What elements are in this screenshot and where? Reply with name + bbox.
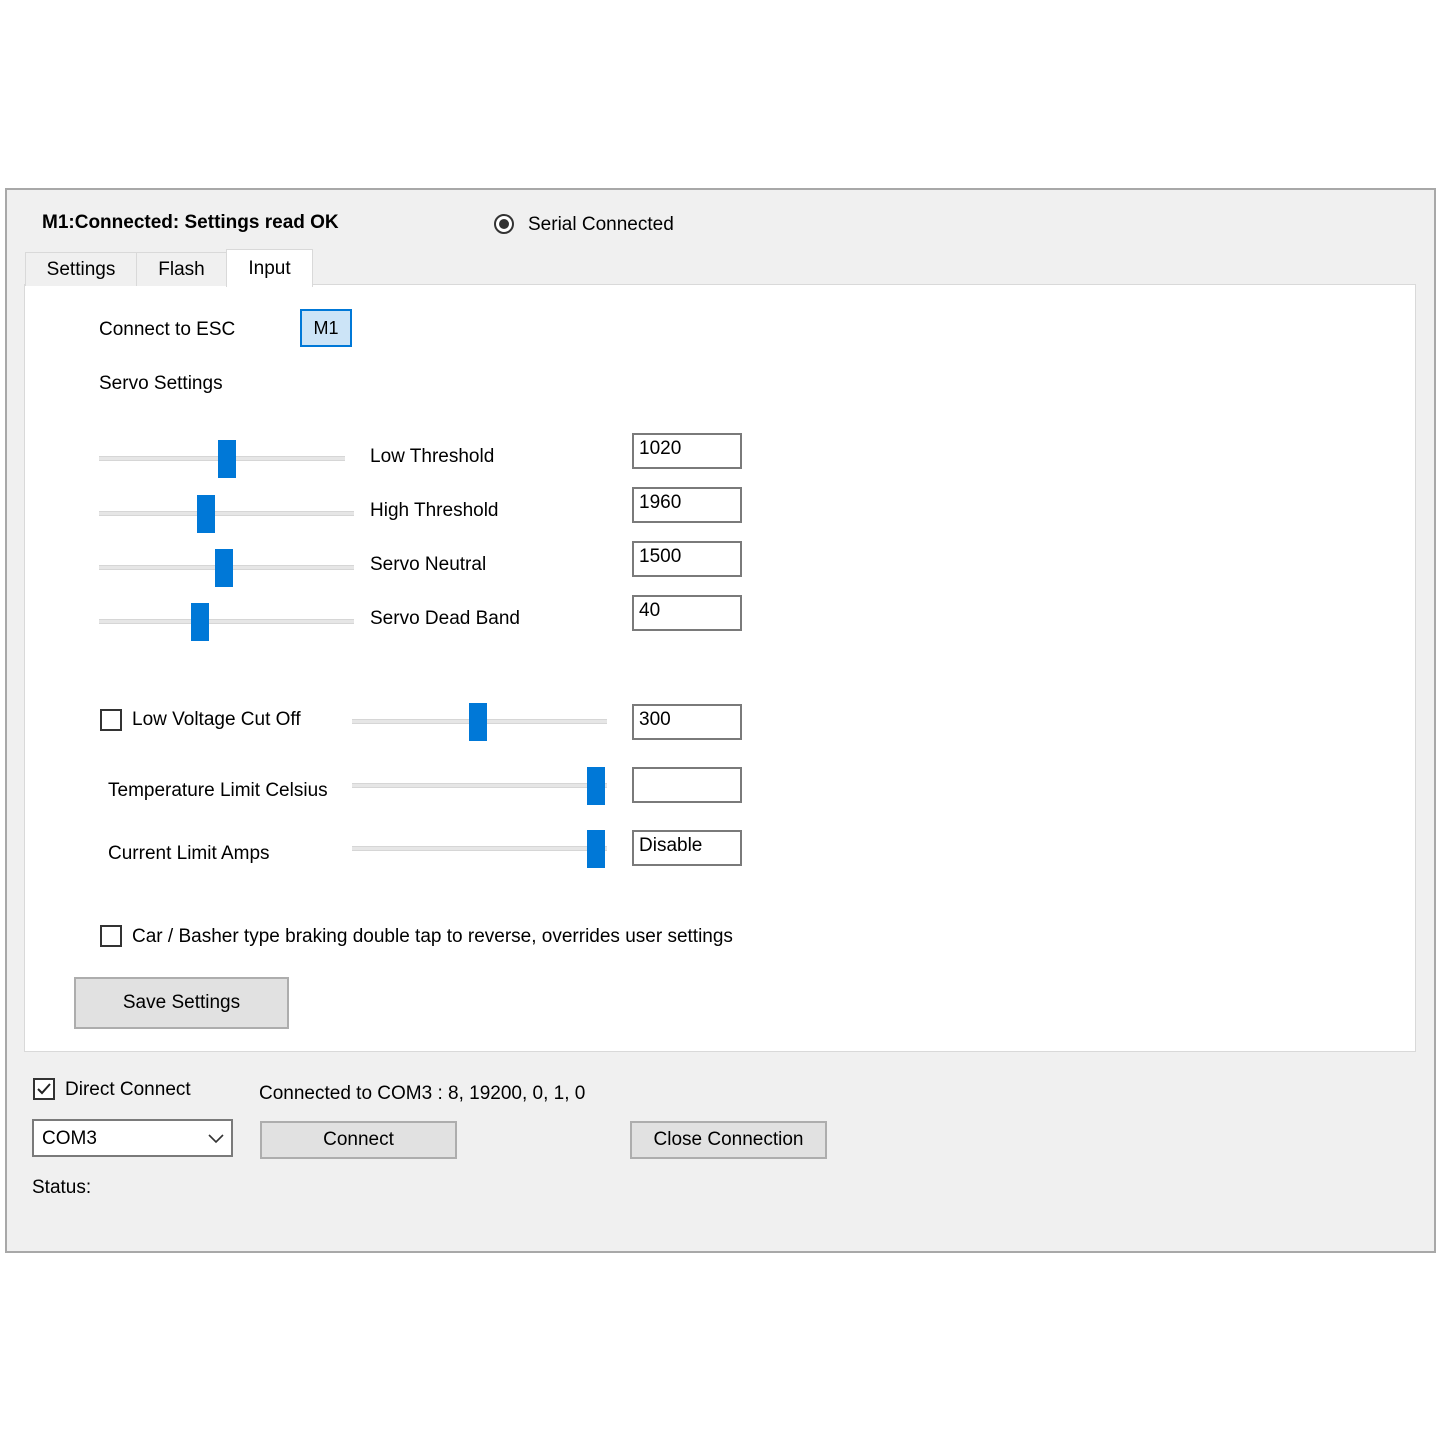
low-voltage-checkbox[interactable] bbox=[100, 709, 122, 731]
checkmark-icon bbox=[37, 1083, 51, 1095]
chevron-down-icon bbox=[208, 1134, 224, 1144]
com-port-select[interactable]: COM3 bbox=[32, 1119, 233, 1157]
current-limit-input[interactable]: Disable bbox=[632, 830, 742, 866]
slider-thumb[interactable] bbox=[215, 549, 233, 587]
tab-flash[interactable]: Flash bbox=[136, 252, 227, 286]
servo-neutral-input[interactable]: 1500 bbox=[632, 541, 742, 577]
connection-status-title: M1:Connected: Settings read OK bbox=[42, 212, 339, 233]
slider-thumb[interactable] bbox=[218, 440, 236, 478]
slider-track bbox=[352, 846, 607, 851]
save-settings-button[interactable]: Save Settings bbox=[74, 977, 289, 1029]
close-connection-button[interactable]: Close Connection bbox=[630, 1121, 827, 1159]
tab-input[interactable]: Input bbox=[226, 249, 313, 287]
radio-dot-icon bbox=[499, 219, 509, 229]
slider-thumb[interactable] bbox=[469, 703, 487, 741]
current-limit-slider[interactable] bbox=[352, 830, 607, 868]
tab-settings[interactable]: Settings bbox=[25, 252, 137, 286]
com-port-value: COM3 bbox=[42, 1128, 97, 1149]
slider-thumb[interactable] bbox=[191, 603, 209, 641]
low-voltage-slider[interactable] bbox=[352, 703, 607, 741]
slider-thumb[interactable] bbox=[587, 767, 605, 805]
slider-track bbox=[352, 783, 607, 788]
temperature-limit-label: Temperature Limit Celsius bbox=[108, 780, 328, 801]
temperature-limit-slider[interactable] bbox=[352, 767, 607, 805]
connect-button[interactable]: Connect bbox=[260, 1121, 457, 1159]
low-voltage-input[interactable]: 300 bbox=[632, 704, 742, 740]
low-threshold-label: Low Threshold bbox=[370, 446, 495, 467]
low-threshold-input[interactable]: 1020 bbox=[632, 433, 742, 469]
current-limit-label: Current Limit Amps bbox=[108, 843, 270, 864]
servo-dead-band-slider[interactable] bbox=[99, 603, 354, 641]
servo-settings-label: Servo Settings bbox=[99, 373, 223, 394]
high-threshold-slider[interactable] bbox=[99, 495, 354, 533]
temperature-limit-input[interactable] bbox=[632, 767, 742, 803]
low-threshold-slider[interactable] bbox=[99, 440, 345, 478]
high-threshold-input[interactable]: 1960 bbox=[632, 487, 742, 523]
high-threshold-label: High Threshold bbox=[370, 500, 499, 521]
connection-info-text: Connected to COM3 : 8, 19200, 0, 1, 0 bbox=[259, 1083, 586, 1104]
slider-thumb[interactable] bbox=[197, 495, 215, 533]
serial-connected-label: Serial Connected bbox=[528, 214, 674, 235]
servo-dead-band-label: Servo Dead Band bbox=[370, 608, 520, 629]
servo-dead-band-input[interactable]: 40 bbox=[632, 595, 742, 631]
servo-neutral-slider[interactable] bbox=[99, 549, 354, 587]
connect-to-esc-label: Connect to ESC bbox=[99, 319, 236, 340]
low-voltage-label: Low Voltage Cut Off bbox=[132, 709, 301, 730]
direct-connect-checkbox[interactable] bbox=[33, 1078, 55, 1100]
braking-checkbox[interactable] bbox=[100, 925, 122, 947]
esc-m1-button[interactable]: M1 bbox=[300, 309, 352, 347]
slider-track bbox=[99, 619, 354, 624]
status-label: Status: bbox=[32, 1177, 92, 1198]
servo-neutral-label: Servo Neutral bbox=[370, 554, 487, 575]
slider-track bbox=[99, 511, 354, 516]
slider-thumb[interactable] bbox=[587, 830, 605, 868]
direct-connect-label: Direct Connect bbox=[65, 1079, 191, 1100]
braking-label: Car / Basher type braking double tap to … bbox=[132, 926, 733, 947]
serial-connected-radio[interactable] bbox=[494, 214, 514, 234]
